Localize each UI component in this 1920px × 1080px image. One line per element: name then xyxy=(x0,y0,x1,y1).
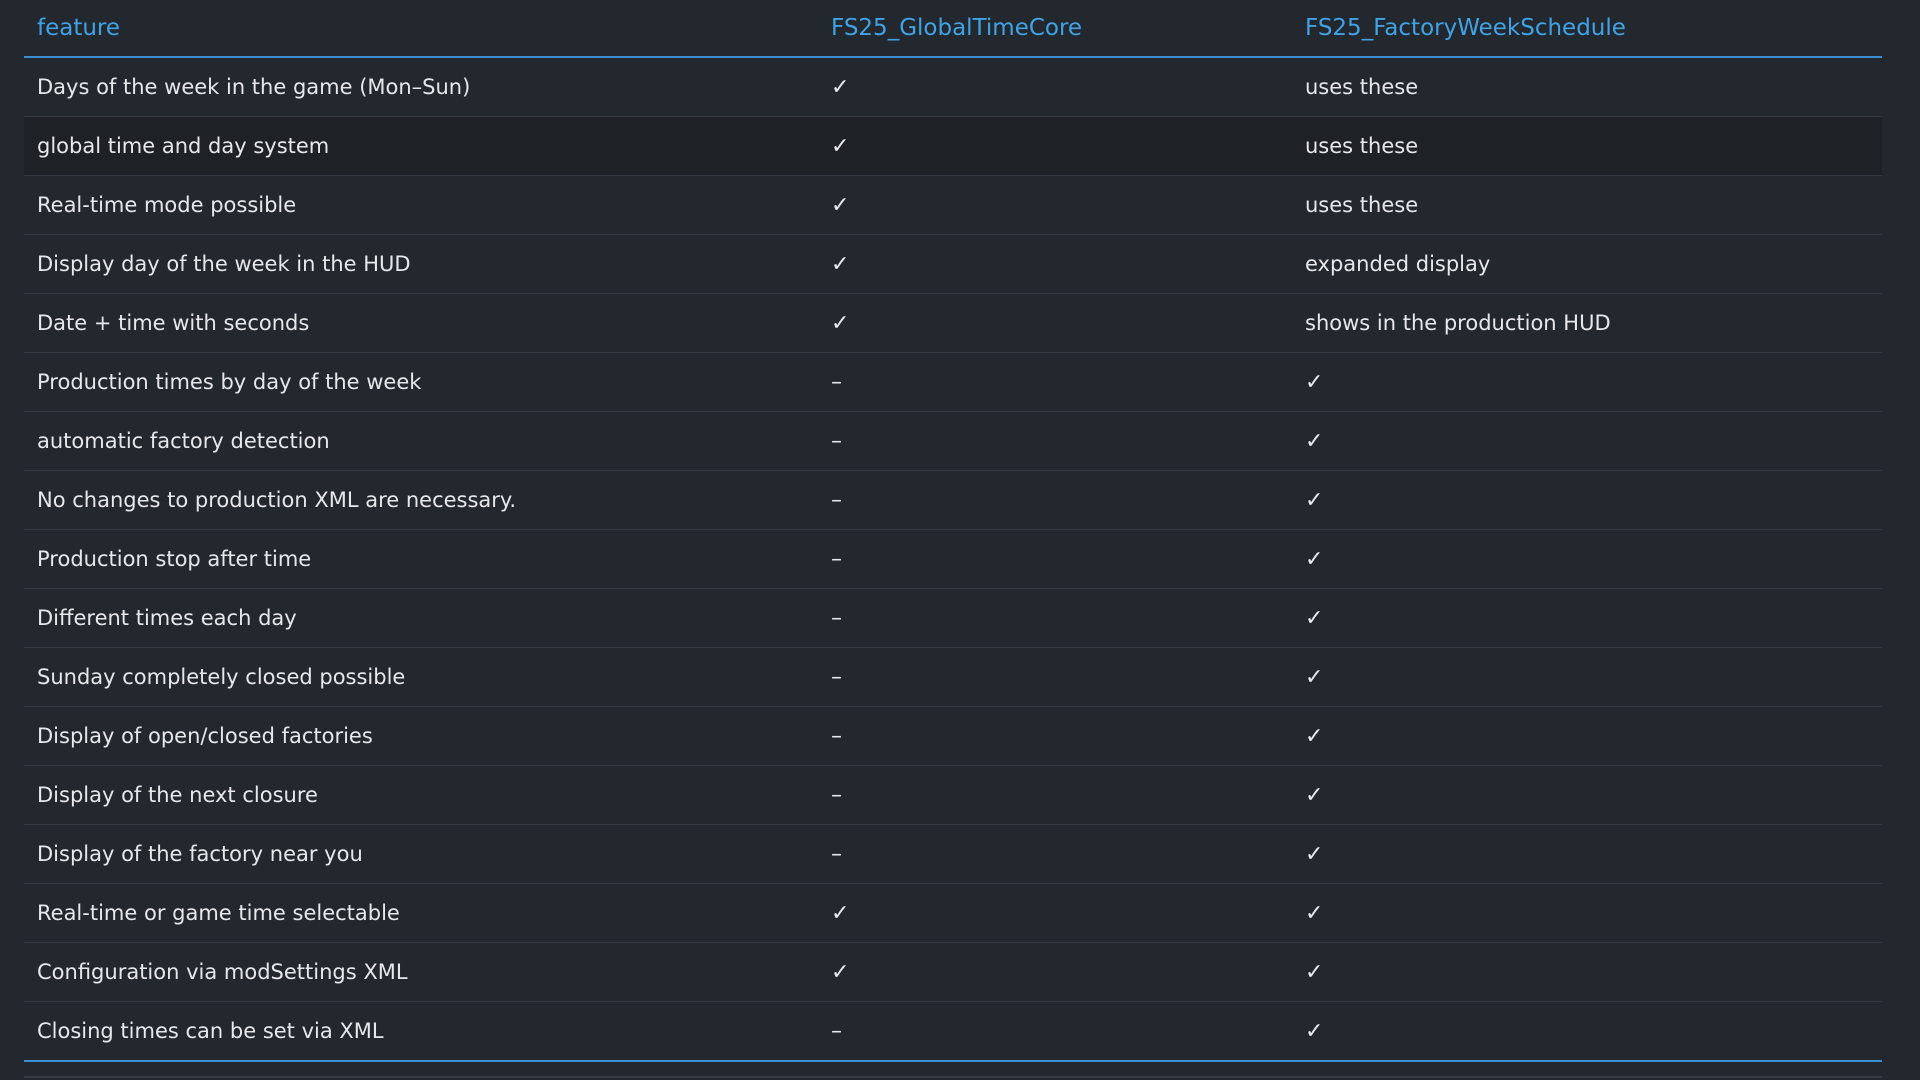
globaltimecore-cell: – xyxy=(818,765,1292,825)
globaltimecore-cell: – xyxy=(818,706,1292,766)
globaltimecore-cell: – xyxy=(818,647,1292,707)
globaltimecore-cell: – xyxy=(818,1001,1292,1062)
table-row: Real-time or game time selectable ✓ ✓ xyxy=(24,883,1882,943)
table-row: Days of the week in the game (Mon–Sun) ✓… xyxy=(24,57,1882,117)
factoryweekschedule-cell: uses these xyxy=(1292,116,1882,176)
factoryweekschedule-cell: ✓ xyxy=(1292,1001,1882,1062)
bottom-divider xyxy=(24,1076,1882,1078)
globaltimecore-cell: ✓ xyxy=(818,116,1292,176)
globaltimecore-cell: – xyxy=(818,411,1292,471)
factoryweekschedule-cell: ✓ xyxy=(1292,647,1882,707)
feature-cell: global time and day system xyxy=(24,116,818,176)
table-row: Sunday completely closed possible – ✓ xyxy=(24,647,1882,707)
table-row: Display of open/closed factories – ✓ xyxy=(24,706,1882,766)
table-row: No changes to production XML are necessa… xyxy=(24,470,1882,530)
factoryweekschedule-cell: ✓ xyxy=(1292,470,1882,530)
table-row: Production stop after time – ✓ xyxy=(24,529,1882,589)
factoryweekschedule-cell: ✓ xyxy=(1292,883,1882,943)
globaltimecore-cell: – xyxy=(818,529,1292,589)
globaltimecore-cell: ✓ xyxy=(818,942,1292,1002)
factoryweekschedule-cell: uses these xyxy=(1292,175,1882,235)
feature-cell: Configuration via modSettings XML xyxy=(24,942,818,1002)
table-row: Display day of the week in the HUD ✓ exp… xyxy=(24,234,1882,294)
factoryweekschedule-cell: ✓ xyxy=(1292,411,1882,471)
table-row: Real-time mode possible ✓ uses these xyxy=(24,175,1882,235)
feature-comparison-table: feature FS25_GlobalTimeCore FS25_Factory… xyxy=(24,0,1882,1062)
feature-cell: Closing times can be set via XML xyxy=(24,1001,818,1062)
feature-cell: Display of open/closed factories xyxy=(24,706,818,766)
feature-cell: Sunday completely closed possible xyxy=(24,647,818,707)
header-feature: feature xyxy=(24,0,818,58)
globaltimecore-cell: ✓ xyxy=(818,175,1292,235)
globaltimecore-cell: ✓ xyxy=(818,57,1292,117)
feature-cell: Real-time mode possible xyxy=(24,175,818,235)
table-header: feature FS25_GlobalTimeCore FS25_Factory… xyxy=(24,0,1882,58)
globaltimecore-cell: – xyxy=(818,470,1292,530)
table-row: Configuration via modSettings XML ✓ ✓ xyxy=(24,942,1882,1002)
table-row: automatic factory detection – ✓ xyxy=(24,411,1882,471)
table-row: Different times each day – ✓ xyxy=(24,588,1882,648)
factoryweekschedule-cell: ✓ xyxy=(1292,352,1882,412)
table-row: Production times by day of the week – ✓ xyxy=(24,352,1882,412)
header-factoryweekschedule: FS25_FactoryWeekSchedule xyxy=(1292,0,1882,58)
table-row: global time and day system ✓ uses these xyxy=(24,116,1882,176)
globaltimecore-cell: – xyxy=(818,352,1292,412)
table-row: Closing times can be set via XML – ✓ xyxy=(24,1001,1882,1062)
feature-cell: Production times by day of the week xyxy=(24,352,818,412)
header-row: feature FS25_GlobalTimeCore FS25_Factory… xyxy=(24,0,1882,58)
table-body: Days of the week in the game (Mon–Sun) ✓… xyxy=(24,57,1882,1062)
feature-cell: Display of the next closure xyxy=(24,765,818,825)
feature-cell: No changes to production XML are necessa… xyxy=(24,470,818,530)
factoryweekschedule-cell: ✓ xyxy=(1292,942,1882,1002)
feature-cell: Different times each day xyxy=(24,588,818,648)
feature-cell: Date + time with seconds xyxy=(24,293,818,353)
factoryweekschedule-cell: ✓ xyxy=(1292,529,1882,589)
table-row: Display of the next closure – ✓ xyxy=(24,765,1882,825)
table-row: Display of the factory near you – ✓ xyxy=(24,824,1882,884)
feature-cell: automatic factory detection xyxy=(24,411,818,471)
table-row: Date + time with seconds ✓ shows in the … xyxy=(24,293,1882,353)
feature-cell: Real-time or game time selectable xyxy=(24,883,818,943)
globaltimecore-cell: – xyxy=(818,824,1292,884)
factoryweekschedule-cell: expanded display xyxy=(1292,234,1882,294)
feature-cell: Days of the week in the game (Mon–Sun) xyxy=(24,57,818,117)
comparison-table-container: feature FS25_GlobalTimeCore FS25_Factory… xyxy=(24,0,1882,1062)
factoryweekschedule-cell: ✓ xyxy=(1292,706,1882,766)
feature-cell: Production stop after time xyxy=(24,529,818,589)
feature-cell: Display of the factory near you xyxy=(24,824,818,884)
globaltimecore-cell: ✓ xyxy=(818,234,1292,294)
factoryweekschedule-cell: uses these xyxy=(1292,57,1882,117)
factoryweekschedule-cell: ✓ xyxy=(1292,765,1882,825)
feature-cell: Display day of the week in the HUD xyxy=(24,234,818,294)
globaltimecore-cell: ✓ xyxy=(818,293,1292,353)
header-globaltimecore: FS25_GlobalTimeCore xyxy=(818,0,1292,58)
factoryweekschedule-cell: ✓ xyxy=(1292,588,1882,648)
factoryweekschedule-cell: shows in the production HUD xyxy=(1292,293,1882,353)
factoryweekschedule-cell: ✓ xyxy=(1292,824,1882,884)
globaltimecore-cell: ✓ xyxy=(818,883,1292,943)
globaltimecore-cell: – xyxy=(818,588,1292,648)
